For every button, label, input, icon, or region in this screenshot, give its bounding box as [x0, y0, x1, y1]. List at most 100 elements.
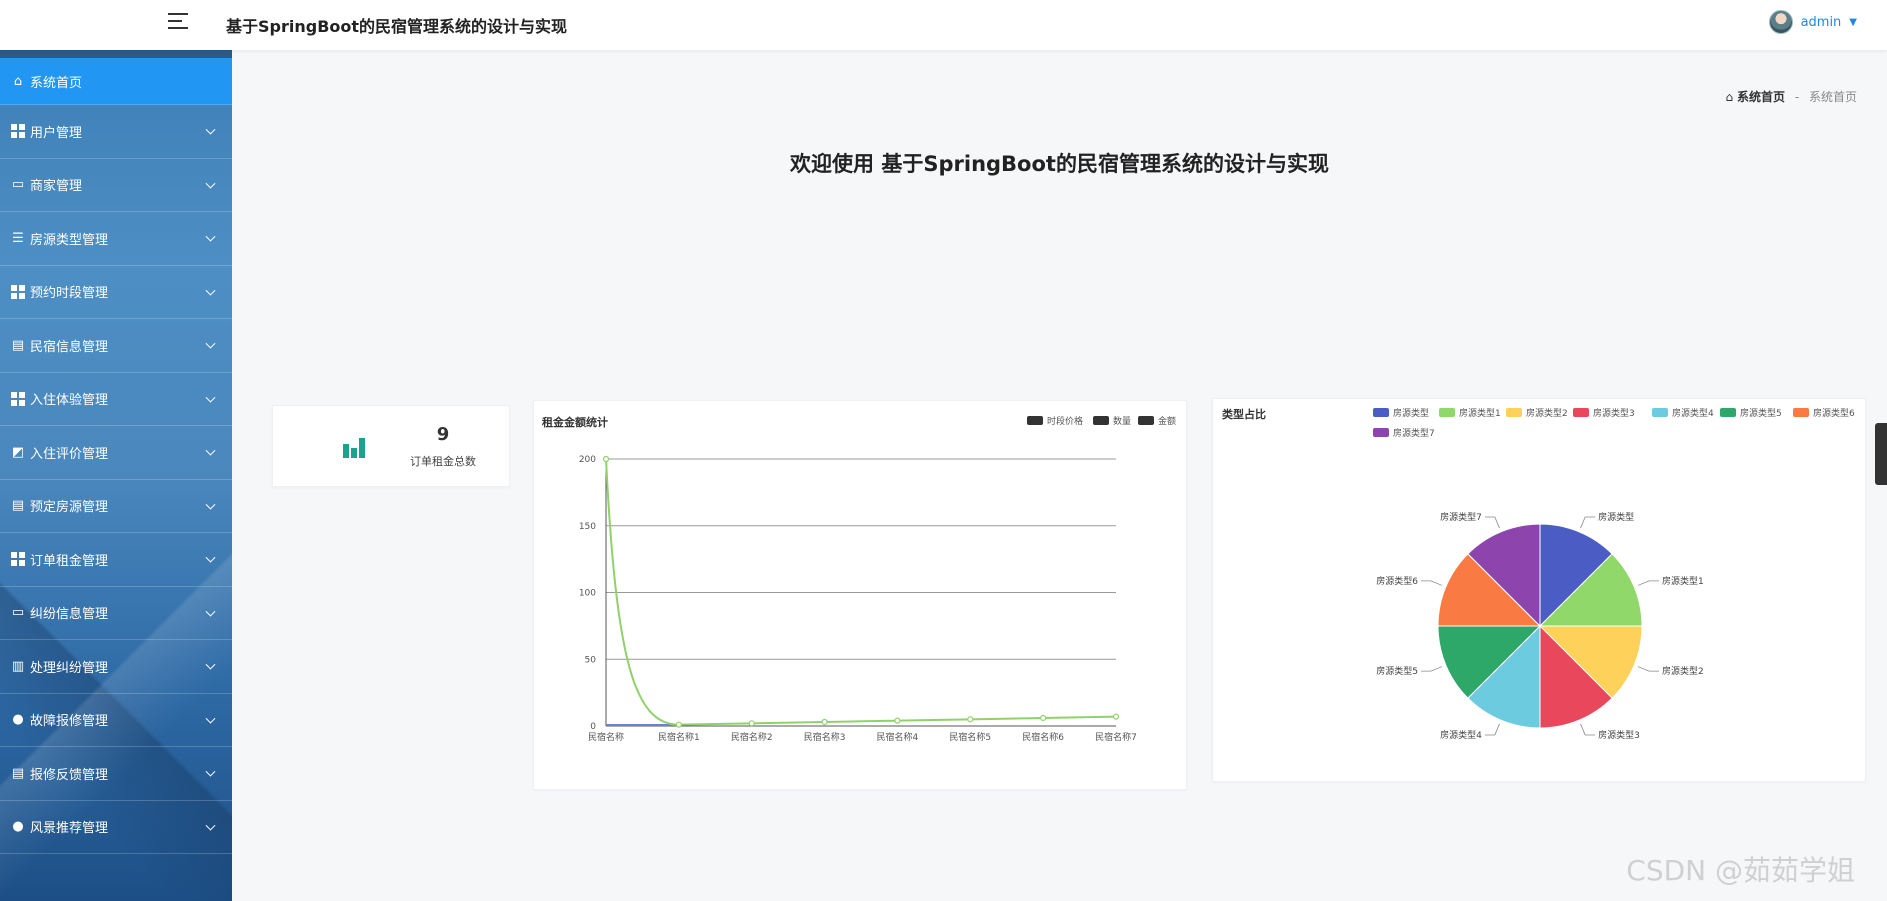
clipboard-icon: ▤ — [11, 337, 25, 353]
sidebar-item-13[interactable]: ▤ 报修反馈管理 — [0, 747, 232, 801]
y-tick-label: 150 — [579, 522, 596, 532]
sidebar-item-label: 商家管理 — [30, 179, 83, 195]
sidebar-item-11[interactable]: ▥ 处理纠纷管理 — [0, 640, 232, 694]
grid-icon — [10, 123, 26, 139]
user-icon: ● — [12, 819, 24, 835]
sidebar-item-label: 系统首页 — [30, 75, 83, 91]
chevron-down-icon[interactable] — [205, 392, 216, 403]
data-point[interactable] — [748, 720, 755, 727]
sidebar-item-label: 订单租金管理 — [30, 553, 109, 569]
clipboard-icon: ▤ — [11, 765, 25, 781]
sidebar-item-label: 入住体验管理 — [30, 393, 109, 409]
sidebar-item-12[interactable]: ● 故障报修管理 — [0, 694, 232, 747]
welcome-heading: 欢迎使用 基于SpringBoot的民宿管理系统的设计与实现 — [790, 152, 1329, 176]
stat-value: 9 — [436, 424, 450, 445]
sidebar-item-label: 用户管理 — [30, 125, 83, 141]
pie-slice-label: 房源类型6 — [1376, 575, 1418, 587]
series-line — [605, 458, 1117, 726]
pie-label-line — [1484, 516, 1500, 529]
sidebar-item-10[interactable]: ▭ 纠纷信息管理 — [0, 587, 232, 640]
pie-label-line — [1637, 580, 1660, 586]
menu-toggle-icon[interactable] — [168, 13, 188, 31]
home-icon[interactable]: ⌂ — [1726, 90, 1734, 104]
chevron-down-icon[interactable] — [205, 231, 216, 242]
x-tick-label: 民宿名称6 — [1022, 731, 1064, 743]
avatar[interactable] — [1768, 10, 1793, 34]
grid-icon — [10, 284, 26, 300]
y-tick-label: 100 — [579, 589, 596, 599]
x-tick-label: 民宿名称 — [588, 731, 624, 743]
data-point[interactable] — [1040, 714, 1047, 722]
sidebar-item-label: 处理纠纷管理 — [30, 660, 109, 676]
pie-label-line — [1580, 723, 1596, 736]
sidebar-item-14[interactable]: ● 风景推荐管理 — [0, 801, 232, 854]
pie-label-line — [1420, 580, 1443, 586]
sidebar-item-6[interactable]: 入住体验管理 — [0, 373, 232, 426]
sidebar-item-2[interactable]: ▭ 商家管理 — [0, 159, 232, 212]
caret-down-icon[interactable]: ▼ — [1849, 17, 1857, 28]
y-tick-label: 200 — [579, 455, 596, 465]
breadcrumb-home[interactable]: 系统首页 — [1737, 90, 1785, 104]
data-point[interactable] — [1112, 713, 1120, 720]
bulb-icon: ● — [12, 712, 24, 728]
pie-label-line — [1420, 666, 1443, 672]
stat-label: 订单租金总数 — [410, 455, 476, 468]
side-scroll-handle[interactable] — [1875, 423, 1887, 485]
pie-slice-label: 房源类型1 — [1662, 575, 1704, 587]
sidebar-item-label: 预约时段管理 — [30, 286, 109, 302]
message-icon: ▭ — [11, 605, 25, 621]
sidebar-item-1[interactable]: 用户管理 — [0, 105, 232, 159]
sidebar-item-7[interactable]: ◩ 入住评价管理 — [0, 426, 232, 480]
y-tick-label: 50 — [585, 655, 597, 665]
data-point[interactable] — [967, 716, 974, 723]
sidebar-item-9[interactable]: 订单租金管理 — [0, 533, 232, 587]
x-tick-label: 民宿名称2 — [731, 731, 773, 743]
chevron-down-icon[interactable] — [205, 445, 216, 456]
clipboard-icon: ▤ — [11, 498, 25, 514]
pie-label-line — [1580, 516, 1596, 529]
data-point[interactable] — [602, 455, 610, 463]
sidebar-item-5[interactable]: ▤ 民宿信息管理 — [0, 319, 232, 373]
line-chart-card: 租金金额统计 时段价格 数量 金额 0 50 100 150 200 民宿名称 民宿名称1 民宿名… — [533, 400, 1187, 790]
chevron-down-icon[interactable] — [205, 178, 216, 189]
breadcrumb-separator: - — [1794, 90, 1800, 104]
chevron-down-icon[interactable] — [205, 338, 216, 349]
pie-slice-label: 房源类型3 — [1598, 729, 1640, 741]
user-menu[interactable]: admin ▼ — [1768, 10, 1857, 34]
pie-slice-label: 房源类型4 — [1440, 729, 1482, 741]
chevron-down-icon[interactable] — [205, 499, 216, 510]
chevron-down-icon[interactable] — [205, 124, 216, 135]
data-point[interactable] — [821, 718, 828, 726]
chevron-down-icon[interactable] — [205, 766, 216, 777]
x-tick-label: 民宿名称5 — [949, 731, 991, 743]
sidebar-item-8[interactable]: ▤ 预定房源管理 — [0, 480, 232, 533]
line-chart: 0 50 100 150 200 民宿名称 民宿名称1 民宿名称2 民宿名称3 民宿名称4 民宿名称… — [579, 455, 1137, 743]
chevron-down-icon[interactable] — [205, 285, 216, 296]
list-icon: ☰ — [12, 230, 24, 246]
chevron-down-icon[interactable] — [205, 606, 216, 617]
username[interactable]: admin — [1801, 15, 1842, 30]
sidebar-item-0[interactable]: ⌂ 系统首页 — [0, 58, 232, 105]
chevron-down-icon[interactable] — [205, 820, 216, 831]
chart-icon: ◩ — [11, 444, 25, 460]
sidebar-item-label: 故障报修管理 — [30, 714, 109, 730]
sidebar-item-label: 纠纷信息管理 — [30, 607, 109, 623]
sidebar-item-3[interactable]: ☰ 房源类型管理 — [0, 212, 232, 266]
chevron-down-icon[interactable] — [205, 659, 216, 670]
grid-icon — [10, 551, 26, 567]
x-tick-label: 民宿名称4 — [877, 731, 919, 743]
pie-slice-label: 房源类型5 — [1376, 665, 1418, 677]
sidebar-item-label: 入住评价管理 — [30, 446, 109, 462]
chevron-down-icon[interactable] — [205, 552, 216, 563]
pie-label-line — [1484, 723, 1500, 736]
pie-slice-label: 房源类型7 — [1440, 511, 1482, 523]
data-point[interactable] — [894, 717, 901, 724]
sidebar-item-4[interactable]: 预约时段管理 — [0, 266, 232, 319]
sidebar: ⌂ 系统首页 用户管理 ▭ 商家管理 ☰ 房源类型管理 预约时段管理 ▤ 民宿信息管理 入住体验管理… — [0, 50, 232, 901]
data-point[interactable] — [675, 721, 682, 728]
pie-slice-label: 房源类型 — [1598, 511, 1634, 523]
chevron-down-icon[interactable] — [205, 713, 216, 724]
breadcrumb-current: 系统首页 — [1808, 90, 1857, 104]
top-bar: 基于SpringBoot的民宿管理系统的设计与实现 admin ▼ — [0, 0, 1887, 50]
columns-icon: ▥ — [11, 658, 25, 674]
